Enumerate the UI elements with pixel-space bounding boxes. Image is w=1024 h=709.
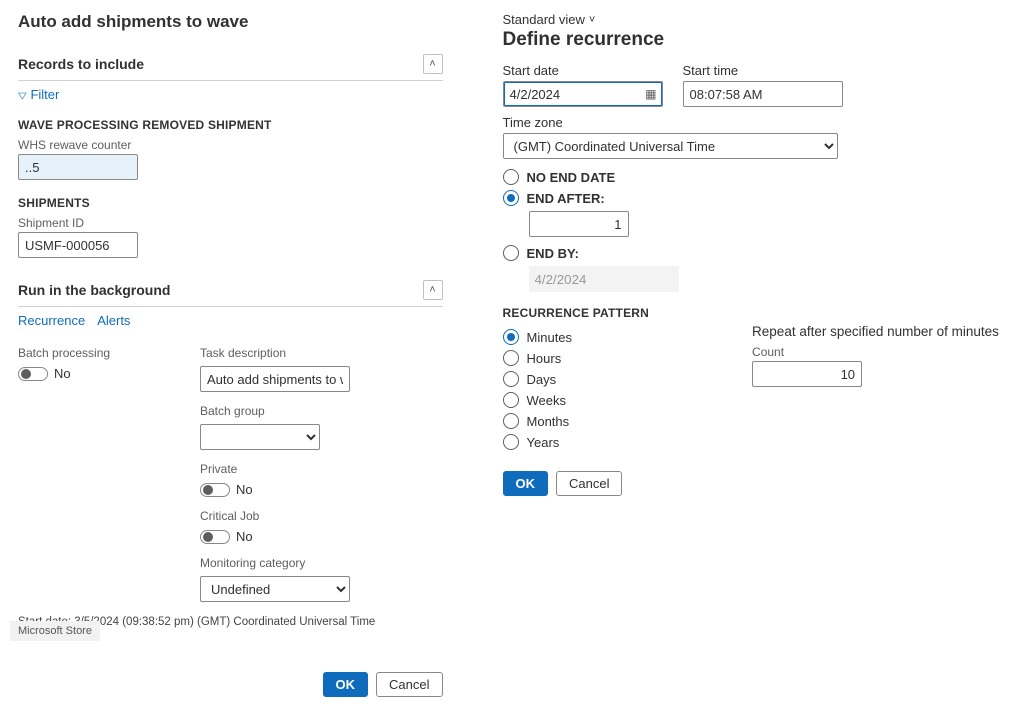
radio-icon xyxy=(503,434,519,450)
pattern-hours-option[interactable]: Hours xyxy=(503,350,573,366)
pattern-months-option[interactable]: Months xyxy=(503,413,573,429)
private-label: Private xyxy=(200,462,350,476)
wave-removed-header: WAVE PROCESSING REMOVED SHIPMENT xyxy=(18,118,443,132)
critical-value: No xyxy=(236,529,253,544)
batch-processing-value: No xyxy=(54,366,71,381)
radio-icon xyxy=(503,392,519,408)
records-to-include-section[interactable]: Records to include ˄ xyxy=(18,48,443,81)
run-background-section[interactable]: Run in the background ˄ xyxy=(18,274,443,307)
shipment-id-label: Shipment ID xyxy=(18,216,443,230)
end-by-label: END BY: xyxy=(527,246,579,261)
start-date-input[interactable] xyxy=(503,81,663,107)
radio-icon xyxy=(503,245,519,261)
pattern-years-option[interactable]: Years xyxy=(503,434,573,450)
filter-link[interactable]: Filter xyxy=(18,87,59,102)
pattern-hours-label: Hours xyxy=(527,351,562,366)
batch-group-label: Batch group xyxy=(200,404,350,418)
records-to-include-label: Records to include xyxy=(18,56,144,72)
pattern-weeks-option[interactable]: Weeks xyxy=(503,392,573,408)
end-after-count-input[interactable] xyxy=(529,211,629,237)
repeat-hint: Repeat after specified number of minutes xyxy=(752,324,999,339)
task-desc-label: Task description xyxy=(200,346,350,360)
batch-processing-toggle[interactable]: No xyxy=(18,366,168,381)
end-after-option[interactable]: END AFTER: xyxy=(503,190,1006,206)
shipment-id-input[interactable] xyxy=(18,232,138,258)
page-title: Auto add shipments to wave xyxy=(18,12,443,32)
private-toggle[interactable]: No xyxy=(200,482,350,497)
private-value: No xyxy=(236,482,253,497)
pattern-weeks-label: Weeks xyxy=(527,393,567,408)
recurrence-tab[interactable]: Recurrence xyxy=(18,313,85,328)
critical-label: Critical Job xyxy=(200,509,350,523)
radio-icon xyxy=(503,190,519,206)
radio-icon xyxy=(503,169,519,185)
radio-icon xyxy=(503,371,519,387)
end-by-date-input xyxy=(529,266,679,292)
critical-toggle[interactable]: No xyxy=(200,529,350,544)
funnel-icon xyxy=(18,87,30,102)
rewave-counter-label: WHS rewave counter xyxy=(18,138,443,152)
time-zone-select[interactable]: (GMT) Coordinated Universal Time xyxy=(503,133,838,159)
count-label: Count xyxy=(752,345,999,359)
time-zone-label: Time zone xyxy=(503,115,1006,130)
ok-button[interactable]: OK xyxy=(323,672,369,697)
recurrence-heading: Define recurrence xyxy=(503,29,1006,51)
chevron-up-icon[interactable]: ˄ xyxy=(423,280,443,300)
pattern-minutes-option[interactable]: Minutes xyxy=(503,329,573,345)
count-input[interactable] xyxy=(752,361,862,387)
rewave-counter-input[interactable] xyxy=(18,154,138,180)
start-time-input[interactable] xyxy=(683,81,843,107)
pattern-years-label: Years xyxy=(527,435,560,450)
end-after-label: END AFTER: xyxy=(527,191,605,206)
batch-processing-label: Batch processing xyxy=(18,346,168,360)
filter-link-label: Filter xyxy=(30,87,59,102)
microsoft-store-badge: Microsoft Store xyxy=(10,621,100,641)
batch-group-select[interactable] xyxy=(200,424,320,450)
pattern-days-label: Days xyxy=(527,372,557,387)
start-time-label: Start time xyxy=(683,63,843,78)
alerts-tab[interactable]: Alerts xyxy=(97,313,130,328)
no-end-date-option[interactable]: NO END DATE xyxy=(503,169,1006,185)
run-background-label: Run in the background xyxy=(18,282,170,298)
monitoring-select[interactable]: Undefined xyxy=(200,576,350,602)
cancel-button[interactable]: Cancel xyxy=(556,471,622,496)
radio-icon xyxy=(503,350,519,366)
end-by-option[interactable]: END BY: xyxy=(503,245,1006,261)
radio-icon xyxy=(503,329,519,345)
view-switcher[interactable]: Standard view ˅ xyxy=(503,12,1006,27)
shipments-header: SHIPMENTS xyxy=(18,196,443,210)
chevron-down-icon: ˅ xyxy=(589,14,595,26)
monitoring-label: Monitoring category xyxy=(200,556,350,570)
radio-icon xyxy=(503,413,519,429)
pattern-months-label: Months xyxy=(527,414,570,429)
view-label: Standard view xyxy=(503,12,585,27)
chevron-up-icon[interactable]: ˄ xyxy=(423,54,443,74)
define-recurrence-panel: Standard view ˅ Define recurrence Start … xyxy=(503,12,1006,697)
ok-button[interactable]: OK xyxy=(503,471,549,496)
recurrence-pattern-header: RECURRENCE PATTERN xyxy=(503,306,1006,320)
task-desc-input[interactable] xyxy=(200,366,350,392)
pattern-days-option[interactable]: Days xyxy=(503,371,573,387)
auto-add-shipments-panel: Auto add shipments to wave Records to in… xyxy=(18,12,443,697)
pattern-minutes-label: Minutes xyxy=(527,330,573,345)
cancel-button[interactable]: Cancel xyxy=(376,672,442,697)
start-date-label: Start date xyxy=(503,63,663,78)
no-end-date-label: NO END DATE xyxy=(527,170,616,185)
